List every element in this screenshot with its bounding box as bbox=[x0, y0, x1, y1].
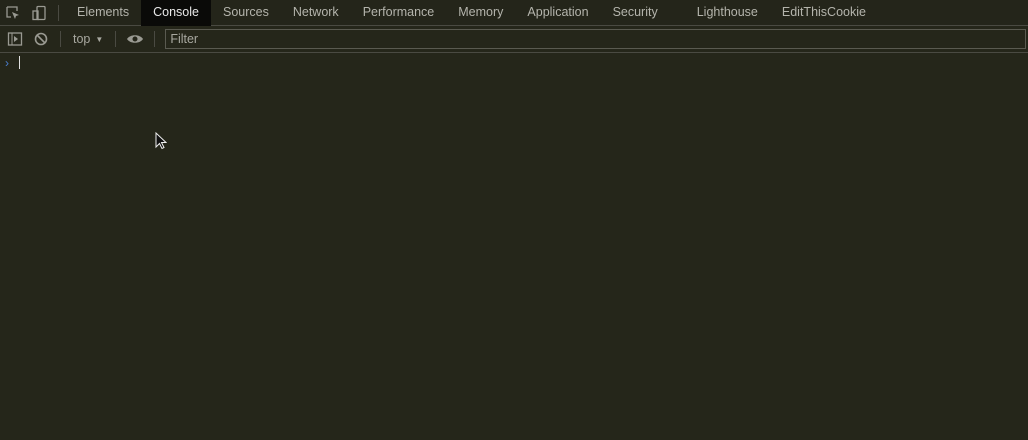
divider bbox=[154, 31, 156, 47]
tab-memory[interactable]: Memory bbox=[446, 0, 515, 26]
eye-icon[interactable] bbox=[122, 26, 148, 52]
tab-lighthouse[interactable]: Lighthouse bbox=[685, 0, 770, 26]
mouse-cursor-icon bbox=[155, 131, 168, 153]
divider bbox=[58, 4, 59, 21]
device-toolbar-icon[interactable] bbox=[26, 0, 52, 26]
console-prompt-icon: › bbox=[5, 56, 9, 70]
tab-editthiscookie[interactable]: EditThisCookie bbox=[770, 0, 878, 26]
tab-performance[interactable]: Performance bbox=[351, 0, 447, 26]
context-label: top bbox=[73, 32, 91, 46]
tab-console[interactable]: Console bbox=[141, 0, 211, 26]
tab-sources[interactable]: Sources bbox=[211, 0, 281, 26]
devtools-tabbar: Elements Console Sources Network Perform… bbox=[0, 0, 1028, 26]
show-sidebar-icon[interactable] bbox=[2, 26, 28, 52]
tab-security[interactable]: Security bbox=[601, 0, 685, 26]
divider bbox=[60, 31, 61, 47]
filter-input[interactable]: Filter bbox=[165, 29, 1026, 49]
console-input-caret[interactable] bbox=[19, 56, 20, 69]
console-toolbar: top ▼ Filter bbox=[0, 26, 1028, 53]
clear-console-icon[interactable] bbox=[28, 26, 54, 52]
tab-application[interactable]: Application bbox=[515, 0, 600, 26]
inspect-element-icon[interactable] bbox=[0, 0, 26, 26]
context-selector[interactable]: top ▼ bbox=[67, 32, 109, 46]
tab-network[interactable]: Network bbox=[281, 0, 351, 26]
divider bbox=[115, 31, 117, 47]
chevron-down-icon: ▼ bbox=[95, 34, 104, 44]
tab-elements[interactable]: Elements bbox=[65, 0, 141, 26]
